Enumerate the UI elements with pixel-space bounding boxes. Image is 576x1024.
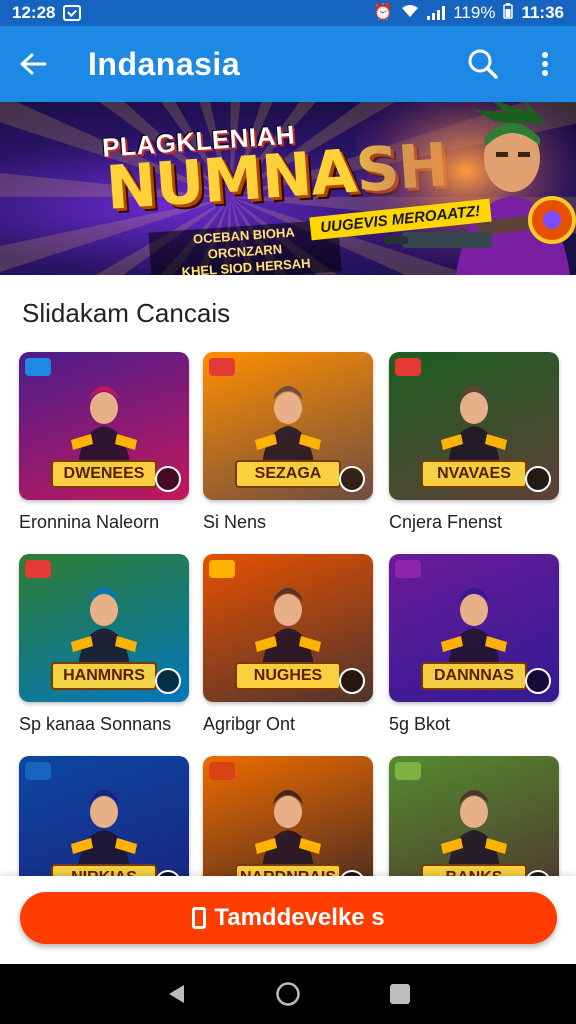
battery-percent: 119% [453, 3, 496, 22]
game-thumbnail-title: DWENEES [51, 460, 157, 488]
game-card[interactable]: SEZAGA Si Nens [203, 352, 373, 533]
game-info-icon[interactable] [525, 466, 551, 492]
game-info-icon[interactable] [155, 466, 181, 492]
game-thumbnail[interactable]: HANMNRS [19, 554, 189, 702]
game-info-icon[interactable] [339, 668, 365, 694]
circle-home-icon [276, 982, 300, 1006]
game-thumbnail[interactable]: NVAVAES [389, 352, 559, 500]
search-button[interactable] [452, 26, 514, 102]
game-label: Agribgr Ont [203, 714, 296, 734]
game-thumbnail-title: HANMNRS [51, 662, 157, 690]
game-card[interactable]: NVAVAES Cnjera Fnenst [389, 352, 559, 533]
badge-icon [209, 762, 235, 780]
game-card[interactable]: DWENEES Eronnina Naleorn [19, 352, 189, 533]
game-card[interactable]: NUGHES Agribgr Ont [203, 554, 373, 735]
alarm-icon: ⏰ [373, 4, 394, 21]
game-label: Eronnina Naleorn [19, 512, 160, 532]
promo-banner[interactable]: PLAGKLENIAH NUMNASH OCEBAN BIOHA ORCNZAR… [0, 102, 576, 275]
wifi-icon [401, 4, 419, 22]
nav-home-button[interactable] [268, 974, 308, 1014]
game-thumbnail[interactable]: SEZAGA [203, 352, 373, 500]
search-icon [468, 49, 498, 79]
signal-icon [427, 6, 446, 20]
game-label: Sp kanaa Sonnans [19, 714, 172, 734]
status-bar: 12:28 ⏰ 119% 11:36 [0, 0, 576, 26]
nav-back-button[interactable] [156, 974, 196, 1014]
primary-action-button[interactable]: Tamddevelke s [20, 892, 557, 944]
more-vert-icon [542, 52, 548, 76]
hero-character-art [356, 102, 576, 275]
download-icon [192, 907, 207, 929]
game-card[interactable]: HANMNRS Sp kanaa Sonnans [19, 554, 189, 735]
game-thumbnail-title: SEZAGA [235, 460, 341, 488]
status-icons: ⏰ 119% 11:36 [373, 3, 564, 23]
triangle-back-icon [169, 985, 184, 1003]
game-thumbnail-title: NVAVAES [421, 460, 527, 488]
game-label: Cnjera Fnenst [389, 512, 503, 532]
status-time: 12:28 [12, 3, 56, 22]
badge-icon [209, 560, 235, 578]
arrow-left-icon [20, 53, 47, 75]
badge-icon [209, 358, 235, 376]
game-thumbnail[interactable]: NUGHES [203, 554, 373, 702]
status-time-right: 11:36 [521, 3, 564, 22]
nav-recents-button[interactable] [380, 974, 420, 1014]
game-info-icon[interactable] [525, 668, 551, 694]
badge-icon [395, 762, 421, 780]
app-bar: Indanasia [0, 26, 576, 102]
badge-icon [25, 560, 51, 578]
badge-icon [395, 560, 421, 578]
game-thumbnail[interactable]: DANNNAS [389, 554, 559, 702]
back-button[interactable] [0, 26, 66, 102]
game-thumbnail-title: NUGHES [235, 662, 341, 690]
game-thumbnail[interactable]: DWENEES [19, 352, 189, 500]
badge-icon [395, 358, 421, 376]
notification-icon [63, 5, 82, 21]
game-card[interactable]: DANNNAS 5g Bkot [389, 554, 559, 735]
game-label: Si Nens [203, 512, 267, 532]
page-title: Indanasia [88, 45, 241, 82]
game-info-icon[interactable] [339, 466, 365, 492]
section-title: Slidakam Cancais [22, 298, 231, 328]
game-label: 5g Bkot [389, 714, 451, 734]
badge-icon [25, 358, 51, 376]
system-nav-bar [0, 964, 576, 1024]
badge-icon [25, 762, 51, 780]
more-options-button[interactable] [514, 26, 576, 102]
square-recents-icon [390, 984, 410, 1004]
game-thumbnail-title: DANNNAS [421, 662, 527, 690]
cta-bar: Tamddevelke s [0, 876, 576, 964]
primary-action-label: Tamddevelke s [214, 904, 385, 931]
battery-icon [503, 3, 514, 23]
game-info-icon[interactable] [155, 668, 181, 694]
